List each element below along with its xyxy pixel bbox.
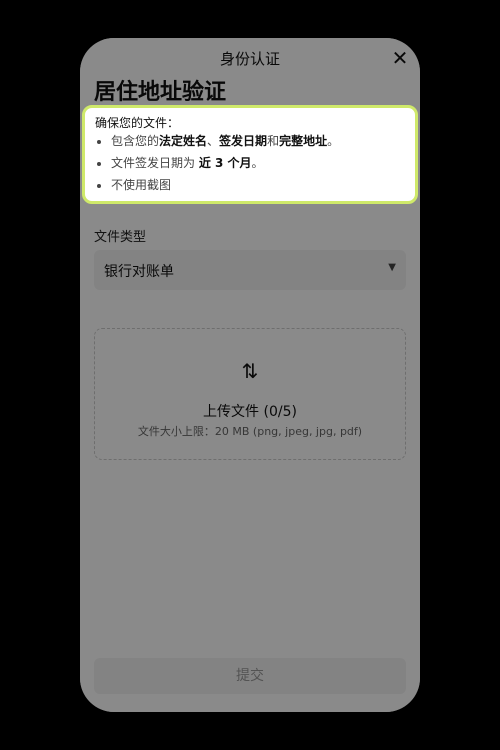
upload-title: 上传文件 (0/5) <box>203 404 297 420</box>
requirement-item-1: 包含您的法定姓名、签发日期和完整地址。 <box>111 132 421 149</box>
upload-dropzone[interactable]: ⇅ 上传文件 (0/5) 文件大小上限：20 MB (png, jpeg, jp… <box>94 328 406 460</box>
page-title: 居住地址验证 <box>94 80 227 105</box>
header: 身份认证 ✕ <box>80 38 420 78</box>
requirements-intro: 确保您的文件： <box>95 116 180 130</box>
requirement-item-3: 不使用截图 <box>111 176 421 193</box>
swap-vertical-icon: ⇅ <box>241 359 259 383</box>
submit-button[interactable]: 提交 <box>94 658 406 694</box>
document-type-select[interactable]: 银行对账单 ▼ <box>94 250 406 290</box>
document-type-value: 银行对账单 <box>104 264 174 280</box>
requirement-item-2: 文件签发日期为 近 3 个月。 <box>111 154 421 171</box>
close-icon[interactable]: ✕ <box>390 48 410 68</box>
caret-down-icon: ▼ <box>388 262 396 273</box>
document-type-label: 文件类型 <box>94 230 147 245</box>
requirements-list: 包含您的法定姓名、签发日期和完整地址。 文件签发日期为 近 3 个月。 不使用截… <box>85 132 421 198</box>
document-requirements-callout: 确保您的文件： 包含您的法定姓名、签发日期和完整地址。 文件签发日期为 近 3 … <box>82 105 418 204</box>
header-title: 身份认证 <box>219 50 280 68</box>
upload-hint: 文件大小上限：20 MB (png, jpeg, jpg, pdf) <box>137 425 363 438</box>
